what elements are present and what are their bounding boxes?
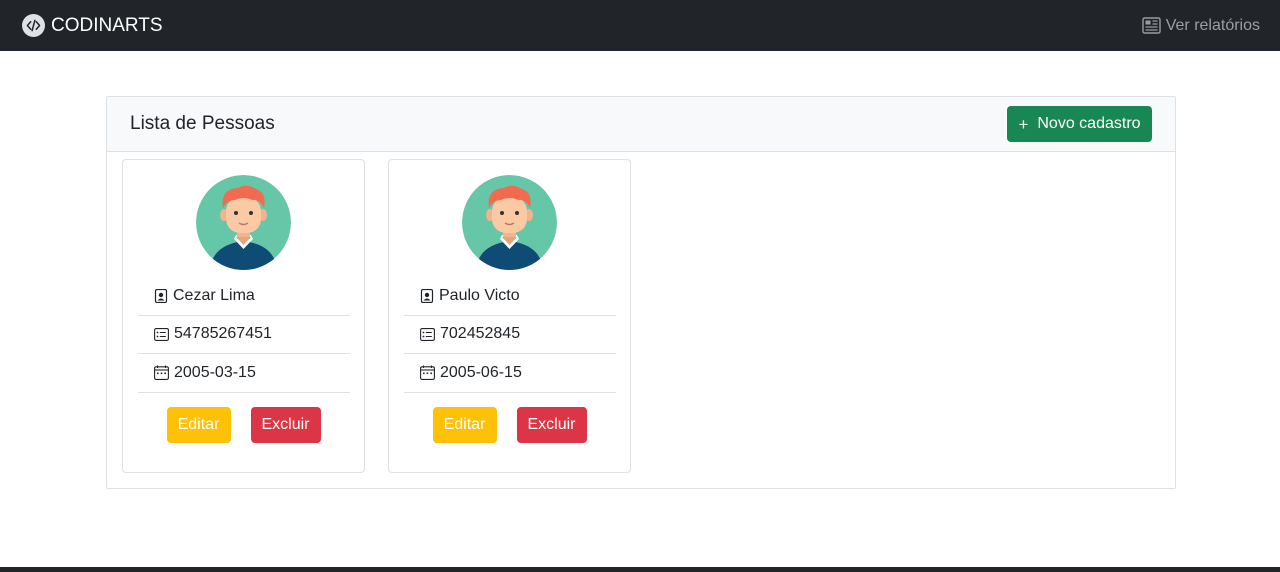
person-birthdate-row: 2005-06-15 [404, 354, 616, 393]
code-slash-icon [22, 14, 45, 37]
bottom-bar [0, 567, 1280, 572]
person-document-row: 702452845 [404, 316, 616, 354]
person-document-row: 54785267451 [138, 316, 350, 354]
card-list-icon [420, 327, 435, 341]
person-document: 702452845 [440, 325, 521, 343]
avatar [462, 175, 557, 270]
person-name-row: Cezar Lima [138, 277, 350, 316]
person-card: Paulo Victo 702452845 2005-06-15 Editar … [388, 159, 631, 473]
person-birthdate: 2005-06-15 [440, 363, 522, 381]
person-actions: Editar Excluir [123, 407, 364, 443]
top-navbar: CODINARTS Ver relatórios [0, 0, 1280, 51]
panel-header: Lista de Pessoas + Novo cadastro [107, 97, 1175, 152]
person-actions: Editar Excluir [389, 407, 630, 443]
newspaper-icon [1142, 17, 1161, 34]
delete-button[interactable]: Excluir [516, 407, 587, 443]
person-badge-icon [154, 288, 168, 303]
reports-link-label: Ver relatórios [1165, 16, 1260, 34]
person-name: Paulo Victo [439, 286, 520, 304]
calendar-icon [420, 365, 435, 381]
brand-name: CODINARTS [51, 14, 163, 36]
avatar [196, 175, 291, 270]
person-name: Cezar Lima [173, 286, 255, 304]
person-badge-icon [420, 288, 434, 303]
reports-link[interactable]: Ver relatórios [1142, 17, 1260, 35]
person-info: Paulo Victo 702452845 2005-06-15 [404, 277, 616, 393]
person-card: Cezar Lima 54785267451 2005-03-15 Editar… [122, 159, 365, 473]
delete-button[interactable]: Excluir [250, 407, 321, 443]
calendar-icon [154, 365, 169, 381]
edit-button[interactable]: Editar [166, 407, 231, 443]
brand-link[interactable]: CODINARTS [22, 14, 163, 37]
page-title: Lista de Pessoas [130, 113, 275, 134]
people-list-panel: Lista de Pessoas + Novo cadastro Cezar L… [106, 96, 1176, 489]
person-document: 54785267451 [174, 325, 272, 343]
new-person-button[interactable]: + Novo cadastro [1007, 106, 1152, 142]
card-list-icon [154, 327, 169, 341]
person-info: Cezar Lima 54785267451 2005-03-15 [138, 277, 350, 393]
new-person-button-label: Novo cadastro [1037, 115, 1141, 132]
person-birthdate: 2005-03-15 [174, 363, 256, 381]
edit-button[interactable]: Editar [432, 407, 497, 443]
plus-icon: + [1018, 114, 1029, 134]
person-name-row: Paulo Victo [404, 277, 616, 316]
person-birthdate-row: 2005-03-15 [138, 354, 350, 393]
